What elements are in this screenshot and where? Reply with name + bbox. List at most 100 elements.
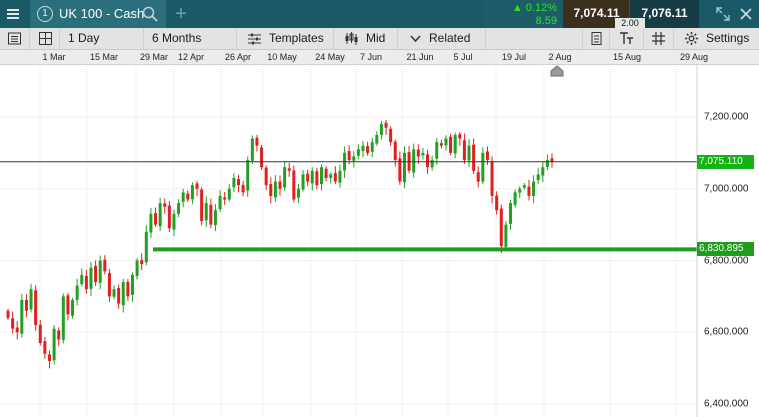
candle-body (181, 192, 185, 202)
candle-body (462, 140, 466, 161)
price-axis-label: 7,200.000 (704, 111, 749, 123)
candle-body (117, 288, 121, 304)
candle-body (283, 167, 287, 188)
chart-app: 1 UK 100 - Cash + ▲ 0.12% 8.59 7,074.11 … (0, 0, 759, 417)
price-axis-label: 6,600.000 (704, 326, 749, 338)
candle-body (34, 290, 38, 326)
candle-body (545, 160, 549, 167)
candle-body (38, 324, 42, 344)
candle-body (61, 296, 65, 340)
candle-body (57, 330, 61, 340)
candle-body (15, 327, 19, 333)
price-axis-label: 6,800.000 (704, 255, 749, 266)
candle-body (296, 188, 300, 198)
candle-body (453, 134, 457, 154)
candle-body (167, 205, 171, 229)
candle-body (430, 160, 434, 168)
candle-body (269, 184, 273, 196)
candle-body (190, 185, 194, 200)
candle-body (338, 170, 342, 183)
candle-body (481, 152, 485, 182)
candle-body (273, 181, 277, 198)
candle-body (177, 203, 181, 214)
candle-body (149, 213, 153, 233)
candle-body (20, 299, 24, 334)
candle-body (393, 141, 397, 161)
candle-body (444, 138, 448, 146)
price-chart[interactable] (0, 0, 759, 417)
candle-body (426, 154, 430, 168)
candle-body (352, 156, 356, 161)
candle-body (112, 289, 116, 297)
candle-body (140, 260, 144, 265)
candle-body (195, 183, 199, 189)
candle-body (527, 186, 531, 196)
support-line-tag[interactable]: 6,830.895 (697, 242, 754, 257)
candle-body (29, 289, 33, 310)
candle-body (458, 134, 462, 139)
candle-body (518, 188, 522, 193)
candle-body (154, 213, 158, 225)
candle-body (163, 203, 167, 207)
candle-body (66, 295, 70, 315)
candle-body (509, 203, 513, 224)
candle-body (467, 145, 471, 161)
candle-body (278, 181, 282, 189)
candle-body (204, 203, 208, 221)
candle-body (6, 310, 10, 318)
candle-body (504, 224, 508, 247)
candle-body (94, 265, 98, 283)
current-date-marker-icon[interactable] (550, 65, 564, 77)
candle-body (227, 188, 231, 200)
candle-body (370, 142, 374, 152)
candle-body (43, 341, 47, 354)
candle-body (499, 208, 503, 247)
candle-body (246, 160, 250, 191)
candle-body (98, 260, 102, 283)
candle-body (306, 173, 310, 182)
candle-body (389, 128, 393, 143)
candle-body (135, 260, 139, 276)
candle-body (172, 213, 176, 230)
candle-body (158, 203, 162, 227)
candle-body (541, 167, 545, 176)
candle-body (347, 151, 351, 161)
candle-body (375, 134, 379, 144)
candle-body (356, 149, 360, 156)
candle-body (52, 328, 56, 361)
candle-body (200, 189, 204, 222)
candle-body (319, 167, 323, 185)
candle-body (80, 274, 84, 285)
candle-body (24, 299, 28, 311)
candle-body (255, 137, 259, 146)
candle-body (84, 275, 88, 290)
candle-body (213, 210, 217, 225)
candle-body (287, 168, 291, 171)
candle-body (209, 204, 213, 225)
candle-body (333, 172, 337, 182)
candle-body (532, 181, 536, 196)
candle-body (324, 168, 328, 178)
candle-body (522, 185, 526, 188)
candle-body (384, 122, 388, 128)
candle-body (513, 192, 517, 205)
candle-body (89, 267, 93, 289)
candle-body (103, 259, 107, 272)
candle-body (264, 167, 268, 186)
price-axis-label: 7,000.000 (704, 183, 749, 195)
candle-body (260, 147, 264, 168)
price-axis-label: 6,400.000 (704, 398, 749, 410)
candle-body (71, 299, 75, 316)
current-price-tag: 7,075.110 (697, 154, 754, 169)
candle-body (439, 143, 443, 146)
candle-body (361, 145, 365, 152)
candle-body (412, 149, 416, 173)
chart-grid (0, 66, 697, 417)
candle-body (495, 195, 499, 211)
candle-body (47, 354, 51, 361)
horizontal-lines (0, 161, 697, 252)
spread-badge: 2.00 (615, 18, 645, 29)
candle-body (379, 124, 383, 135)
candle-body (250, 138, 254, 161)
candle-body (315, 171, 319, 186)
